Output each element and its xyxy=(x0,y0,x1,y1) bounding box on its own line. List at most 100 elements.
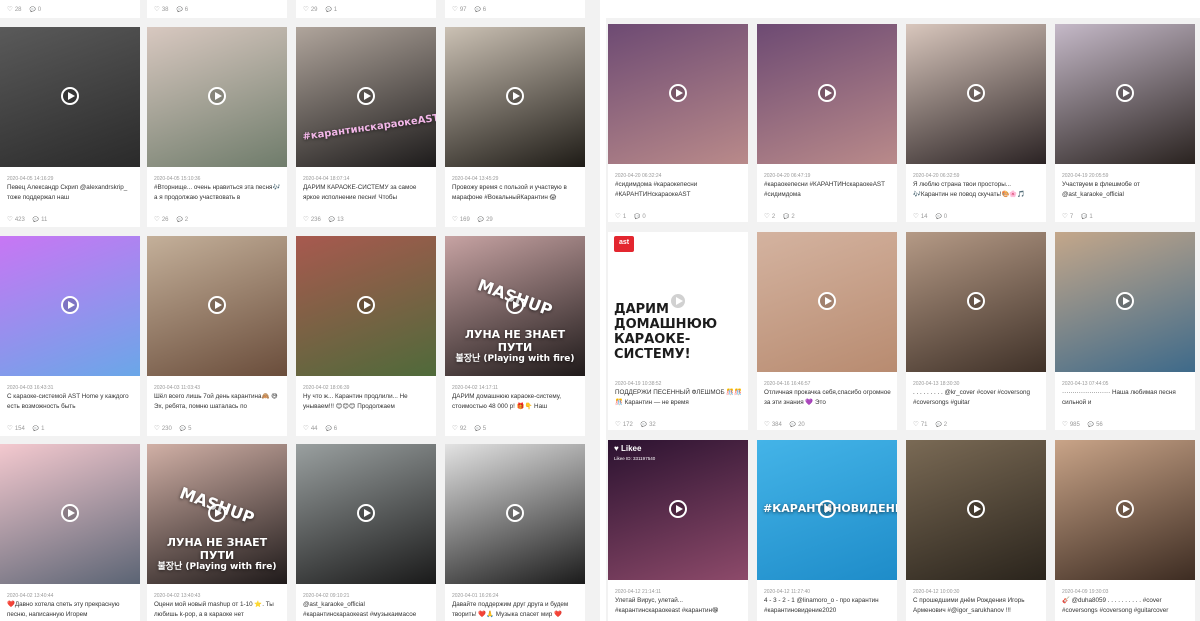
post-thumbnail[interactable] xyxy=(1055,232,1195,372)
play-icon[interactable] xyxy=(1116,84,1134,102)
likes-count[interactable]: ♡ 230 xyxy=(154,424,172,432)
play-icon[interactable] xyxy=(208,504,226,522)
post-card-partial[interactable]: ♡ 28 💬 0 xyxy=(0,0,140,18)
post-card[interactable]: 2020-04-05 14:16:29 Певец Александр Скрип… xyxy=(0,27,140,227)
post-thumbnail[interactable] xyxy=(1055,440,1195,580)
post-thumbnail[interactable]: ДАРИМ ДОМАШНЮЮ КАРАОКЕ-СИСТЕМУ! ast xyxy=(608,232,748,372)
play-icon[interactable] xyxy=(818,292,836,310)
play-icon[interactable] xyxy=(669,84,687,102)
comments-count[interactable]: 💬 1 xyxy=(1081,214,1093,220)
post-thumbnail[interactable] xyxy=(1055,24,1195,164)
likes-count[interactable]: ♡ 97 xyxy=(452,5,467,13)
post-thumbnail[interactable] xyxy=(906,24,1046,164)
likes-count[interactable]: ♡ 423 xyxy=(7,215,25,223)
post-card[interactable]: 2020-04-19 20:05:59 Участвуем в флешмобе … xyxy=(1055,24,1195,222)
post-thumbnail[interactable] xyxy=(0,27,140,167)
post-card[interactable]: 2020-04-03 16:43:31 С караоке-системой AS… xyxy=(0,236,140,436)
comments-count[interactable]: 💬 0 xyxy=(634,214,646,220)
likes-count[interactable]: ♡ 14 xyxy=(913,212,928,220)
comments-count[interactable]: 💬 29 xyxy=(478,217,493,223)
play-icon[interactable] xyxy=(506,87,524,105)
play-icon[interactable] xyxy=(61,504,79,522)
likes-count[interactable]: ♡ 1 xyxy=(615,212,626,220)
comments-count[interactable]: 💬 5 xyxy=(180,426,192,432)
likes-count[interactable]: ♡ 169 xyxy=(452,215,470,223)
post-card[interactable]: 2020-04-20 06:32:59 Я люблю страна твои п… xyxy=(906,24,1046,222)
play-icon[interactable] xyxy=(506,504,524,522)
post-card[interactable]: 2020-04-20 06:32:24 #сидимдома #караокепе… xyxy=(608,24,748,222)
comments-count[interactable]: 💬 1 xyxy=(33,426,45,432)
comments-count[interactable]: 💬 6 xyxy=(177,7,189,13)
post-card-partial[interactable]: ♡ 29 💬 1 xyxy=(296,0,436,18)
play-icon[interactable] xyxy=(669,292,687,310)
post-thumbnail[interactable]: #карантинскараокеAST xyxy=(296,27,436,167)
post-thumbnail[interactable] xyxy=(445,27,585,167)
post-card[interactable]: 2020-04-05 15:10:36 #Вторнище... очень нр… xyxy=(147,27,287,227)
likes-count[interactable]: ♡ 92 xyxy=(452,424,467,432)
likes-count[interactable]: ♡ 2 xyxy=(764,212,775,220)
play-icon[interactable] xyxy=(967,292,985,310)
likes-count[interactable]: ♡ 38 xyxy=(154,5,169,13)
play-icon[interactable] xyxy=(506,296,524,314)
post-thumbnail[interactable] xyxy=(147,236,287,376)
post-card[interactable]: 2020-04-02 13:40:44 ❤️Давно хотела спеть … xyxy=(0,444,140,621)
comments-count[interactable]: 💬 6 xyxy=(326,426,338,432)
post-card[interactable]: 2020-04-03 11:03:43 Шёл всего лишь 7ой де… xyxy=(147,236,287,436)
post-thumbnail[interactable] xyxy=(0,444,140,584)
post-thumbnail[interactable] xyxy=(608,24,748,164)
comments-count[interactable]: 💬 20 xyxy=(790,422,805,428)
comments-count[interactable]: 💬 0 xyxy=(936,214,948,220)
post-card[interactable]: ДАРИМ ДОМАШНЮЮ КАРАОКЕ-СИСТЕМУ! ast 2020-0… xyxy=(608,232,748,430)
post-card[interactable]: 2020-04-01 16:26:24 Давайте поддержим дру… xyxy=(445,444,585,621)
likes-count[interactable]: ♡ 236 xyxy=(303,215,321,223)
post-thumbnail[interactable]: ♥ Likee Likee ID: 331197540 xyxy=(608,440,748,580)
play-icon[interactable] xyxy=(669,500,687,518)
post-card[interactable]: 2020-04-02 18:06:39 Ну что ж... Карантин … xyxy=(296,236,436,436)
post-thumbnail[interactable] xyxy=(0,236,140,376)
post-thumbnail[interactable] xyxy=(147,27,287,167)
comments-count[interactable]: 💬 5 xyxy=(475,426,487,432)
play-icon[interactable] xyxy=(818,500,836,518)
likes-count[interactable]: ♡ 29 xyxy=(303,5,318,13)
post-card[interactable]: ♥ Likee Likee ID: 331197540 2020-04-12 21:… xyxy=(608,440,748,621)
post-card[interactable]: 2020-04-09 19:30:03 🎸 @duha8059 . . . . .… xyxy=(1055,440,1195,621)
play-icon[interactable] xyxy=(208,87,226,105)
likes-count[interactable]: ♡ 985 xyxy=(1062,420,1080,428)
post-card[interactable]: 2020-04-04 13:45:29 Провожу время с польз… xyxy=(445,27,585,227)
comments-count[interactable]: 💬 56 xyxy=(1088,422,1103,428)
comments-count[interactable]: 💬 2 xyxy=(936,422,948,428)
likes-count[interactable]: ♡ 44 xyxy=(303,424,318,432)
post-card-partial[interactable]: ♡ 97 💬 6 xyxy=(445,0,585,18)
comments-count[interactable]: 💬 2 xyxy=(177,217,189,223)
comments-count[interactable]: 💬 32 xyxy=(641,422,656,428)
likes-count[interactable]: ♡ 172 xyxy=(615,420,633,428)
likes-count[interactable]: ♡ 7 xyxy=(1062,212,1073,220)
post-card-partial[interactable]: ♡ 38 💬 6 xyxy=(147,0,287,18)
play-icon[interactable] xyxy=(61,87,79,105)
post-thumbnail[interactable] xyxy=(757,24,897,164)
post-card[interactable]: MASHUP ЛУНА НЕ ЗНАЕТ ПУТИ 불장난 (Playing wit… xyxy=(445,236,585,436)
play-icon[interactable] xyxy=(967,84,985,102)
play-icon[interactable] xyxy=(1116,292,1134,310)
post-card[interactable]: MASHUP ЛУНА НЕ ЗНАЕТ ПУТИ 불장난 (Playing wit… xyxy=(147,444,287,621)
post-card[interactable]: 2020-04-20 06:47:19 #караокепесни #КАРАНТ… xyxy=(757,24,897,222)
post-thumbnail[interactable]: MASHUP ЛУНА НЕ ЗНАЕТ ПУТИ 불장난 (Playing wit… xyxy=(147,444,287,584)
play-icon[interactable] xyxy=(61,296,79,314)
play-icon[interactable] xyxy=(357,296,375,314)
play-icon[interactable] xyxy=(967,500,985,518)
post-card[interactable]: 2020-04-16 16:46:57 Отличная прокачка себ… xyxy=(757,232,897,430)
comments-count[interactable]: 💬 1 xyxy=(326,7,338,13)
likes-count[interactable]: ♡ 28 xyxy=(7,5,22,13)
post-thumbnail[interactable] xyxy=(296,236,436,376)
post-thumbnail[interactable] xyxy=(296,444,436,584)
play-icon[interactable] xyxy=(357,87,375,105)
post-card[interactable]: 2020-04-12 10:00:30 С прошедшими днём Рож… xyxy=(906,440,1046,621)
post-thumbnail[interactable] xyxy=(757,232,897,372)
post-card[interactable]: 2020-04-02 09:10:21 @ast_karaoke_official… xyxy=(296,444,436,621)
likes-count[interactable]: ♡ 26 xyxy=(154,215,169,223)
comments-count[interactable]: 💬 11 xyxy=(33,217,47,223)
play-icon[interactable] xyxy=(818,84,836,102)
likes-count[interactable]: ♡ 71 xyxy=(913,420,928,428)
comments-count[interactable]: 💬 2 xyxy=(783,214,795,220)
post-thumbnail[interactable]: MASHUP ЛУНА НЕ ЗНАЕТ ПУТИ 불장난 (Playing wit… xyxy=(445,236,585,376)
